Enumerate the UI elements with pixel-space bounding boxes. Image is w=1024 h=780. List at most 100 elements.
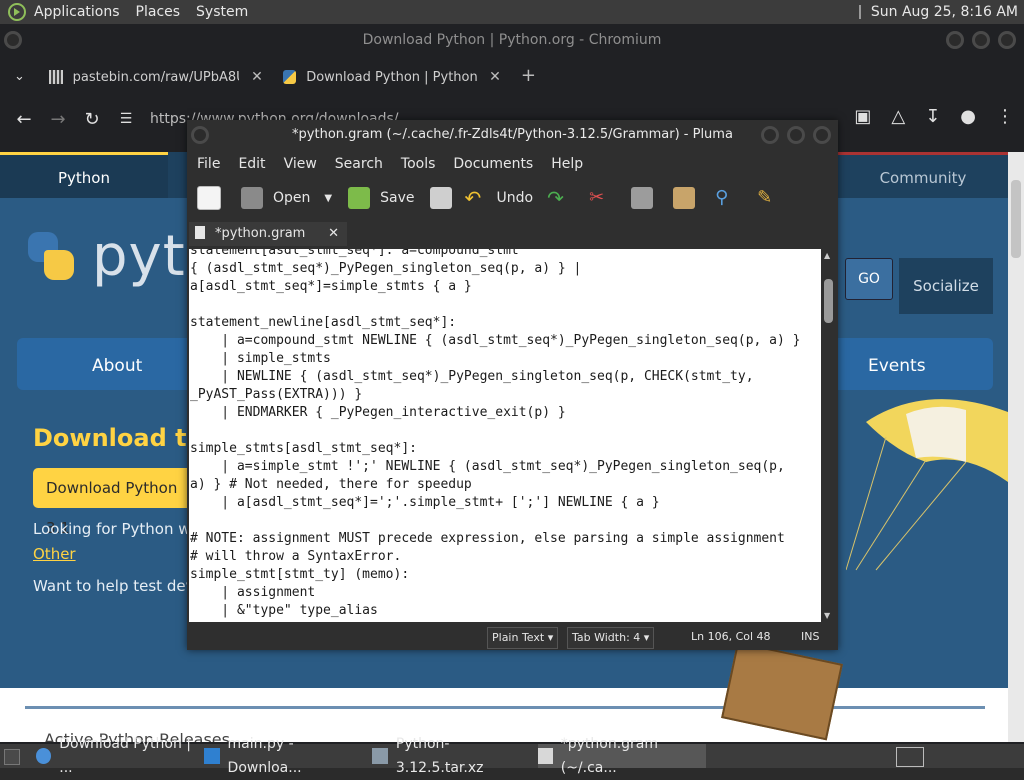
- profile-avatar-icon[interactable]: ●: [960, 106, 976, 127]
- menu-view[interactable]: View: [284, 156, 317, 172]
- applications-menu[interactable]: Applications: [34, 4, 120, 20]
- language-selector[interactable]: Plain Text ▾: [487, 627, 559, 649]
- open-dropdown-icon[interactable]: ▼: [324, 193, 332, 204]
- code-line[interactable]: [190, 512, 821, 530]
- cut-button[interactable]: ✂: [589, 187, 621, 209]
- task-vscode[interactable]: main.py - Downloa...: [204, 736, 368, 776]
- editor-scrollbar-thumb[interactable]: [824, 279, 833, 323]
- code-line[interactable]: _PyAST_Pass(EXTRA))) }: [190, 386, 821, 404]
- download-python-button[interactable]: Download Python 3.1: [33, 468, 193, 537]
- extensions-icon[interactable]: ▣: [854, 106, 871, 127]
- nav-about[interactable]: About: [92, 356, 142, 376]
- clock[interactable]: Sun Aug 25, 8:16 AM: [871, 4, 1018, 20]
- workspace-switcher[interactable]: [896, 747, 924, 767]
- code-line[interactable]: simple_stmts[asdl_stmt_seq*]:: [190, 440, 821, 458]
- close-tab-icon[interactable]: ✕: [251, 69, 263, 85]
- chromium-window-title: Download Python | Python.org - Chromium: [362, 32, 662, 48]
- code-line[interactable]: | a[asdl_stmt_seq*]=';'.simple_stmt+ [';…: [190, 494, 821, 512]
- code-line[interactable]: statement[asdl_stmt_seq*]: a=compound_st…: [190, 249, 821, 260]
- code-line[interactable]: | a=simple_stmt !';' NEWLINE { (asdl_stm…: [190, 458, 821, 476]
- code-line[interactable]: | NEWLINE { (asdl_stmt_seq*)_PyPegen_sin…: [190, 368, 821, 386]
- tab-pastebin[interactable]: pastebin.com/raw/UPbA8U6 ✕: [39, 60, 273, 94]
- nav-community[interactable]: Community: [838, 152, 1008, 198]
- code-line[interactable]: # will throw a SyntaxError.: [190, 548, 821, 566]
- tab-python-gram[interactable]: *python.gram ✕: [189, 222, 347, 246]
- labs-flask-icon[interactable]: △: [891, 106, 905, 127]
- mate-logo-icon[interactable]: [6, 1, 28, 23]
- redo-button[interactable]: ↷: [547, 187, 579, 209]
- menu-search[interactable]: Search: [335, 156, 383, 172]
- close-tab-icon[interactable]: ✕: [489, 69, 501, 85]
- open-label: Open: [273, 190, 311, 206]
- copy-button[interactable]: [631, 187, 663, 209]
- find-replace-icon: ✎: [757, 187, 773, 208]
- task-pluma[interactable]: *python.gram (~/.ca...: [538, 736, 706, 776]
- back-arrow-icon[interactable]: ←: [14, 109, 34, 130]
- code-line[interactable]: | simple_stmts: [190, 350, 821, 368]
- text-editor[interactable]: statement[asdl_stmt_seq*]: a=compound_st…: [189, 249, 821, 622]
- site-info-icon[interactable]: ☰: [116, 111, 136, 127]
- menu-tools[interactable]: Tools: [401, 156, 436, 172]
- code-line[interactable]: | assignment: [190, 584, 821, 602]
- tab-width-selector[interactable]: Tab Width: 4 ▾: [567, 627, 655, 649]
- page-scrollbar[interactable]: [1008, 152, 1024, 742]
- open-button[interactable]: Open ▼: [241, 187, 332, 209]
- menu-file[interactable]: File: [197, 156, 220, 172]
- menu-edit[interactable]: Edit: [238, 156, 265, 172]
- code-content[interactable]: statement[asdl_stmt_seq*]: a=compound_st…: [189, 249, 821, 620]
- menu-documents[interactable]: Documents: [453, 156, 533, 172]
- save-button[interactable]: Save: [348, 187, 414, 209]
- nav-python[interactable]: Python: [0, 152, 168, 198]
- code-line[interactable]: | a=compound_stmt NEWLINE { (asdl_stmt_s…: [190, 332, 821, 350]
- code-line[interactable]: statement_newline[asdl_stmt_seq*]:: [190, 314, 821, 332]
- search-go-button[interactable]: GO: [845, 258, 893, 300]
- socialize-button[interactable]: Socialize: [899, 258, 993, 314]
- code-line[interactable]: [190, 296, 821, 314]
- close-button[interactable]: [813, 126, 831, 144]
- undo-button[interactable]: ↶ Undo: [464, 187, 533, 209]
- code-line[interactable]: { (asdl_stmt_seq*)_PyPegen_singleton_seq…: [190, 260, 821, 278]
- window-menu-button[interactable]: [191, 126, 209, 144]
- minimize-button[interactable]: [946, 31, 964, 49]
- tab-download-python[interactable]: Download Python | Python.o ✕: [273, 60, 511, 94]
- nav-events[interactable]: Events: [868, 356, 926, 376]
- task-chromium[interactable]: Download Python | ...: [36, 736, 202, 776]
- system-menu[interactable]: System: [196, 4, 248, 20]
- paste-button[interactable]: [673, 187, 705, 209]
- download-icon[interactable]: ↧: [925, 106, 940, 127]
- tab-label: Download Python | Python.o: [306, 69, 478, 85]
- tab-search-chevron-icon[interactable]: ⌄: [14, 69, 25, 84]
- editor-scrollbar[interactable]: ▲ ▼: [821, 249, 836, 622]
- scroll-down-icon[interactable]: ▼: [824, 611, 830, 620]
- close-tab-icon[interactable]: ✕: [328, 222, 339, 246]
- code-line[interactable]: [190, 422, 821, 440]
- maximize-button[interactable]: [787, 126, 805, 144]
- find-button[interactable]: ⚲: [715, 187, 747, 209]
- page-scrollbar-thumb[interactable]: [1011, 180, 1021, 258]
- new-tab-plus-icon[interactable]: +: [521, 65, 536, 86]
- code-line[interactable]: | &"type" type_alias: [190, 602, 821, 620]
- show-desktop-handle-icon[interactable]: [4, 749, 20, 765]
- menu-help[interactable]: Help: [551, 156, 583, 172]
- replace-button[interactable]: ✎: [757, 187, 789, 209]
- download-heading: Download th: [33, 424, 204, 452]
- maximize-button[interactable]: [972, 31, 990, 49]
- task-label: main.py - Downloa...: [227, 736, 302, 776]
- window-menu-button[interactable]: [4, 31, 22, 49]
- other-link[interactable]: Other: [33, 545, 76, 563]
- reload-icon[interactable]: ↻: [82, 109, 102, 130]
- kebab-menu-icon[interactable]: ⋮: [996, 106, 1014, 127]
- places-menu[interactable]: Places: [136, 4, 181, 20]
- code-line[interactable]: a[asdl_stmt_seq*]=simple_stmts { a }: [190, 278, 821, 296]
- code-line[interactable]: simple_stmt[stmt_ty] (memo):: [190, 566, 821, 584]
- code-line[interactable]: | ENDMARKER { _PyPegen_interactive_exit(…: [190, 404, 821, 422]
- print-button[interactable]: [430, 187, 462, 209]
- new-button[interactable]: [197, 186, 231, 210]
- task-archive[interactable]: Python-3.12.5.tar.xz: [372, 736, 536, 776]
- minimize-button[interactable]: [761, 126, 779, 144]
- code-line[interactable]: # NOTE: assignment MUST precede expressi…: [190, 530, 821, 548]
- code-line[interactable]: a) } # Not needed, there for speedup: [190, 476, 821, 494]
- close-button[interactable]: [998, 31, 1016, 49]
- scroll-up-icon[interactable]: ▲: [824, 251, 830, 260]
- forward-arrow-icon[interactable]: →: [48, 109, 68, 130]
